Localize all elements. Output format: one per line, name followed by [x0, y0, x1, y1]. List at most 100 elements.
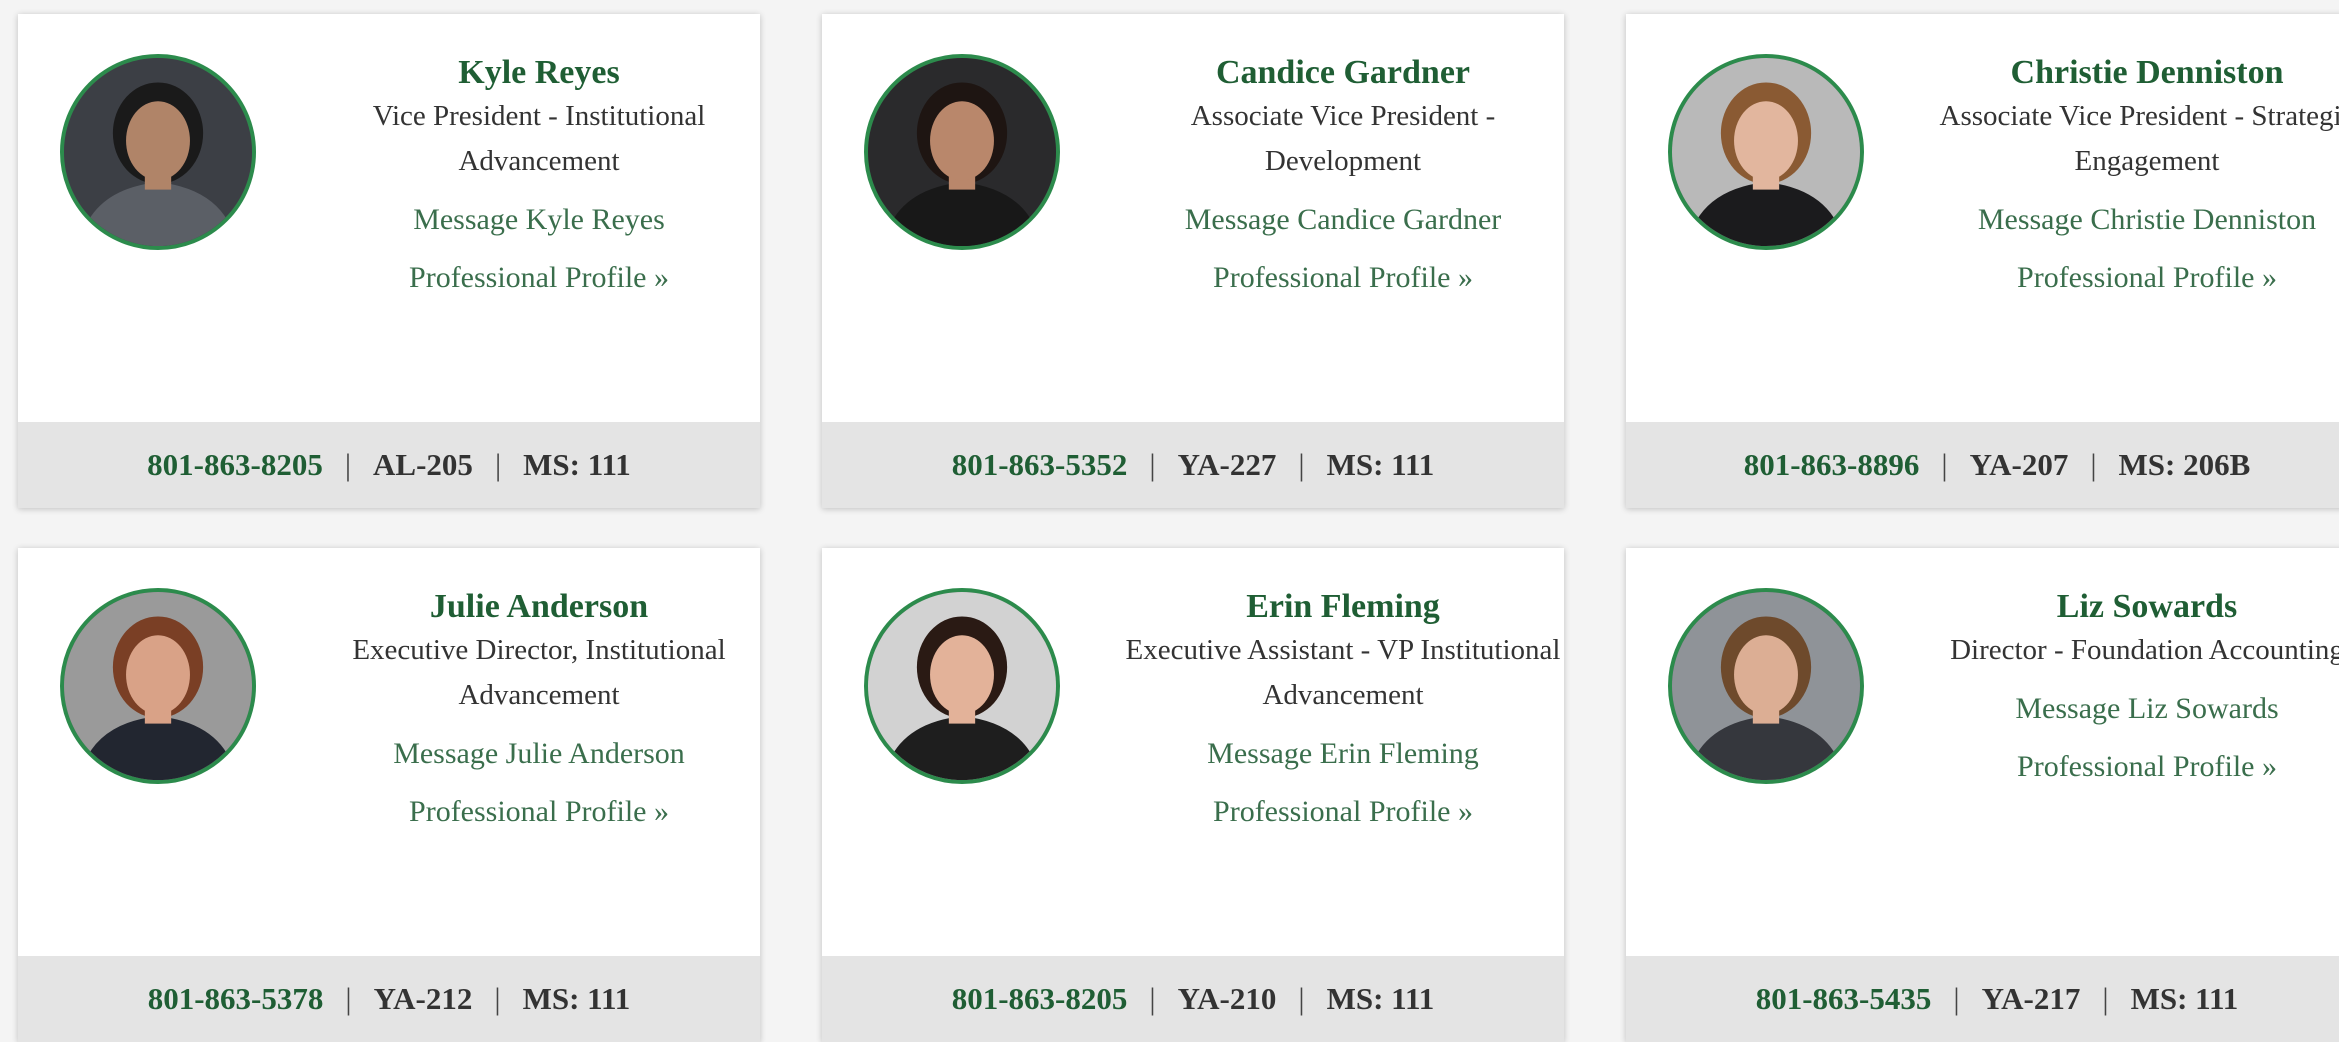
- staff-name: Kyle Reyes: [458, 54, 620, 91]
- staff-contact-bar: 801-863-5435 | YA-217 | MS: 111: [1626, 956, 2339, 1042]
- message-link[interactable]: Message Julie Anderson: [318, 732, 760, 776]
- professional-profile-link[interactable]: Professional Profile »: [318, 790, 760, 834]
- person-photo-icon: [64, 592, 252, 780]
- staff-photo: [1668, 588, 1864, 784]
- staff-title: Associate Vice President - Development: [1190, 100, 1496, 177]
- double-chevron-right-icon: »: [2261, 261, 2277, 294]
- phone-link[interactable]: 801-863-5378: [148, 981, 324, 1017]
- person-photo-icon: [1672, 58, 1860, 246]
- person-photo-icon: [868, 58, 1056, 246]
- staff-contact-bar: 801-863-5378 | YA-212 | MS: 111: [18, 956, 760, 1042]
- staff-info: Erin Fleming Executive Assistant - VP In…: [1122, 586, 1564, 834]
- mail-stop: MS: 206B: [2118, 447, 2251, 482]
- professional-profile-link[interactable]: Professional Profile »: [1926, 256, 2339, 300]
- double-chevron-right-icon: »: [653, 795, 669, 828]
- profile-link-label: Professional Profile: [1213, 795, 1451, 828]
- mail-stop: MS: 111: [523, 447, 631, 482]
- separator: |: [344, 447, 352, 482]
- staff-title: Director - Foundation Accounting: [1950, 634, 2339, 666]
- message-link[interactable]: Message Kyle Reyes: [318, 198, 760, 242]
- staff-title: Vice President - Institutional Advanceme…: [372, 100, 706, 177]
- office-room: YA-207: [1969, 447, 2069, 482]
- staff-card: Candice Gardner Associate Vice President…: [822, 14, 1564, 508]
- double-chevron-right-icon: »: [653, 261, 669, 294]
- profile-link-label: Professional Profile: [409, 795, 647, 828]
- staff-name: Christie Denniston: [2010, 54, 2284, 91]
- staff-card-body: Candice Gardner Associate Vice President…: [822, 14, 1564, 422]
- staff-photo: [864, 588, 1060, 784]
- staff-photo: [1668, 54, 1864, 250]
- staff-card: Liz Sowards Director - Foundation Accoun…: [1626, 548, 2339, 1042]
- staff-card-body: Liz Sowards Director - Foundation Accoun…: [1626, 548, 2339, 956]
- staff-card-body: Kyle Reyes Vice President - Institutiona…: [18, 14, 760, 422]
- staff-info: Liz Sowards Director - Foundation Accoun…: [1926, 586, 2339, 789]
- staff-name: Liz Sowards: [2056, 588, 2238, 625]
- separator: |: [1941, 447, 1948, 482]
- staff-title: Executive Director, Institutional Advanc…: [352, 634, 726, 711]
- separator: |: [1149, 447, 1156, 482]
- message-link[interactable]: Message Candice Gardner: [1122, 198, 1564, 242]
- staff-photo: [60, 588, 256, 784]
- office-room: YA-210: [1177, 981, 1277, 1016]
- staff-contact-bar: 801-863-8896 | YA-207 | MS: 206B: [1626, 422, 2339, 508]
- separator: |: [1298, 447, 1305, 482]
- separator: |: [2102, 981, 2109, 1016]
- separator: |: [1149, 981, 1156, 1016]
- double-chevron-right-icon: »: [2261, 750, 2277, 783]
- double-chevron-right-icon: »: [1457, 795, 1473, 828]
- staff-contact-bar: 801-863-8205 | YA-210 | MS: 111: [822, 956, 1564, 1042]
- professional-profile-link[interactable]: Professional Profile »: [1122, 790, 1564, 834]
- staff-name: Erin Fleming: [1246, 588, 1440, 625]
- profile-link-label: Professional Profile: [2017, 750, 2255, 783]
- staff-card: Julie Anderson Executive Director, Insti…: [18, 548, 760, 1042]
- professional-profile-link[interactable]: Professional Profile »: [318, 256, 760, 300]
- staff-title: Associate Vice President - Strategic Eng…: [1939, 100, 2339, 177]
- staff-name: Candice Gardner: [1215, 54, 1471, 91]
- separator: |: [345, 981, 352, 1016]
- phone-link[interactable]: 801-863-5352: [952, 447, 1128, 483]
- phone-link[interactable]: 801-863-5435: [1756, 981, 1932, 1017]
- person-photo-icon: [868, 592, 1056, 780]
- phone-link[interactable]: 801-863-8205: [952, 981, 1128, 1017]
- staff-name: Julie Anderson: [429, 588, 649, 625]
- professional-profile-link[interactable]: Professional Profile »: [1122, 256, 1564, 300]
- profile-link-label: Professional Profile: [409, 261, 647, 294]
- office-room: YA-217: [1981, 981, 2081, 1016]
- separator: |: [494, 981, 501, 1016]
- staff-card-body: Erin Fleming Executive Assistant - VP In…: [822, 548, 1564, 956]
- phone-link[interactable]: 801-863-8896: [1744, 447, 1920, 483]
- office-room: YA-212: [373, 981, 473, 1016]
- office-room: AL-205: [373, 447, 473, 482]
- staff-card-body: Christie Denniston Associate Vice Presid…: [1626, 14, 2339, 422]
- staff-info: Kyle Reyes Vice President - Institutiona…: [318, 52, 760, 300]
- message-link[interactable]: Message Liz Sowards: [1926, 687, 2339, 731]
- double-chevron-right-icon: »: [1457, 261, 1473, 294]
- staff-card: Kyle Reyes Vice President - Institutiona…: [18, 14, 760, 508]
- staff-card: Erin Fleming Executive Assistant - VP In…: [822, 548, 1564, 1042]
- separator: |: [2090, 447, 2097, 482]
- person-photo-icon: [1672, 592, 1860, 780]
- profile-link-label: Professional Profile: [1213, 261, 1451, 294]
- staff-info: Candice Gardner Associate Vice President…: [1122, 52, 1564, 300]
- person-photo-icon: [64, 58, 252, 246]
- staff-contact-bar: 801-863-8205 | AL-205 | MS: 111: [18, 422, 760, 508]
- staff-photo: [864, 54, 1060, 250]
- staff-title: Executive Assistant - VP Institutional A…: [1125, 634, 1561, 711]
- phone-link[interactable]: 801-863-8205: [147, 447, 323, 483]
- mail-stop: MS: 111: [2130, 981, 2239, 1016]
- staff-info: Julie Anderson Executive Director, Insti…: [318, 586, 760, 834]
- staff-info: Christie Denniston Associate Vice Presid…: [1926, 52, 2339, 300]
- staff-contact-bar: 801-863-5352 | YA-227 | MS: 111: [822, 422, 1564, 508]
- mail-stop: MS: 111: [1326, 447, 1435, 482]
- professional-profile-link[interactable]: Professional Profile »: [1926, 745, 2339, 789]
- office-room: YA-227: [1177, 447, 1277, 482]
- message-link[interactable]: Message Christie Denniston: [1926, 198, 2339, 242]
- message-link[interactable]: Message Erin Fleming: [1122, 732, 1564, 776]
- mail-stop: MS: 111: [1326, 981, 1435, 1016]
- mail-stop: MS: 111: [522, 981, 631, 1016]
- profile-link-label: Professional Profile: [2017, 261, 2255, 294]
- staff-card: Christie Denniston Associate Vice Presid…: [1626, 14, 2339, 508]
- separator: |: [494, 447, 502, 482]
- separator: |: [1298, 981, 1305, 1016]
- separator: |: [1953, 981, 1960, 1016]
